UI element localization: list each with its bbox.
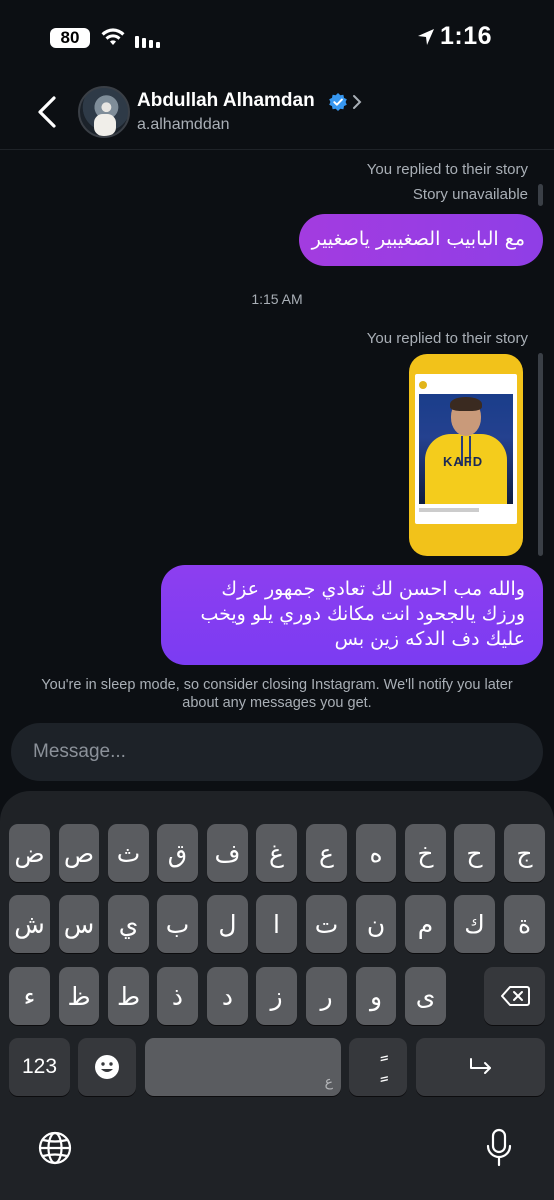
key[interactable]: ش <box>9 895 50 953</box>
key[interactable]: و <box>356 967 396 1025</box>
globe-icon[interactable] <box>37 1130 73 1166</box>
key[interactable]: غ <box>256 824 297 882</box>
story-reply-indicator <box>538 184 543 206</box>
message-bubble[interactable]: مع البابيب الصغيبير ياصغيير <box>299 214 543 266</box>
key[interactable]: ك <box>454 895 495 953</box>
key[interactable]: د <box>207 967 248 1025</box>
delete-key[interactable] <box>484 967 545 1025</box>
wifi-icon <box>101 28 125 45</box>
key[interactable]: ة <box>504 895 545 953</box>
numbers-key[interactable]: 123 <box>9 1038 70 1096</box>
story-thumbnail[interactable]: KAFD <box>409 354 523 556</box>
back-chevron-icon[interactable] <box>34 94 60 130</box>
key[interactable]: ء <box>9 967 50 1025</box>
chat-header: Abdullah Alhamdan a.alhamddan <box>0 76 554 150</box>
avatar[interactable] <box>78 86 130 138</box>
story-post-image: KAFD <box>415 374 517 524</box>
story-reply-indicator <box>538 353 543 556</box>
battery-indicator: 80 <box>50 28 90 48</box>
key[interactable]: ص <box>59 824 99 882</box>
emoji-key[interactable] <box>78 1038 136 1096</box>
chevron-right-icon[interactable] <box>352 94 362 110</box>
emoji-icon <box>95 1055 119 1079</box>
jersey-text: KAFD <box>443 454 484 469</box>
status-bar: 80 1:16 <box>0 0 554 76</box>
key[interactable]: ا <box>256 895 297 953</box>
keyboard: ض ص ث ق ف غ ع ه خ ح ج ش س ي ب ل ا ت ن م … <box>0 791 554 1200</box>
contact-username[interactable]: a.alhamddan <box>137 116 230 134</box>
key[interactable]: ج <box>504 824 545 882</box>
space-key[interactable]: ع <box>145 1038 341 1096</box>
key[interactable]: ذ <box>157 967 198 1025</box>
key[interactable]: ر <box>306 967 347 1025</box>
return-key[interactable] <box>416 1038 545 1096</box>
verified-badge-icon <box>329 93 347 111</box>
backspace-icon <box>500 986 530 1006</box>
microphone-icon[interactable] <box>485 1128 513 1168</box>
key[interactable]: خ <box>405 824 446 882</box>
message-composer[interactable] <box>11 723 543 781</box>
story-reply-label: You replied to their story <box>366 161 528 178</box>
key[interactable]: ع <box>306 824 347 882</box>
message-bubble[interactable]: والله مب احسن لك تعادي جمهور عزك ورزك يا… <box>161 565 543 665</box>
cellular-signal-icon <box>135 28 160 48</box>
story-reply-label: You replied to their story <box>366 330 528 347</box>
message-input[interactable] <box>33 723 513 781</box>
contact-name[interactable]: Abdullah Alhamdan <box>137 90 315 112</box>
return-icon <box>469 1058 491 1074</box>
key[interactable]: ز <box>256 967 297 1025</box>
key[interactable]: م <box>405 895 446 953</box>
story-unavailable-label: Story unavailable <box>412 186 528 203</box>
key[interactable]: ض <box>9 824 50 882</box>
key[interactable]: ب <box>157 895 198 953</box>
sleep-mode-notice: You're in sleep mode, so consider closin… <box>41 677 513 711</box>
message-timestamp: 1:15 AM <box>251 291 303 307</box>
tanween-key[interactable]: ًٍ <box>349 1038 407 1096</box>
key[interactable]: س <box>59 895 99 953</box>
key[interactable]: ق <box>157 824 198 882</box>
key[interactable]: ى <box>405 967 446 1025</box>
location-arrow-icon <box>418 29 434 45</box>
key[interactable]: ث <box>108 824 149 882</box>
status-time: 1:16 <box>440 22 493 50</box>
key[interactable]: ه <box>356 824 396 882</box>
key[interactable]: ن <box>356 895 396 953</box>
key[interactable]: ف <box>207 824 248 882</box>
key[interactable]: ل <box>207 895 248 953</box>
key[interactable]: ي <box>108 895 149 953</box>
key[interactable]: ح <box>454 824 495 882</box>
key[interactable]: ت <box>306 895 347 953</box>
key[interactable]: ط <box>108 967 149 1025</box>
key[interactable]: ظ <box>59 967 99 1025</box>
